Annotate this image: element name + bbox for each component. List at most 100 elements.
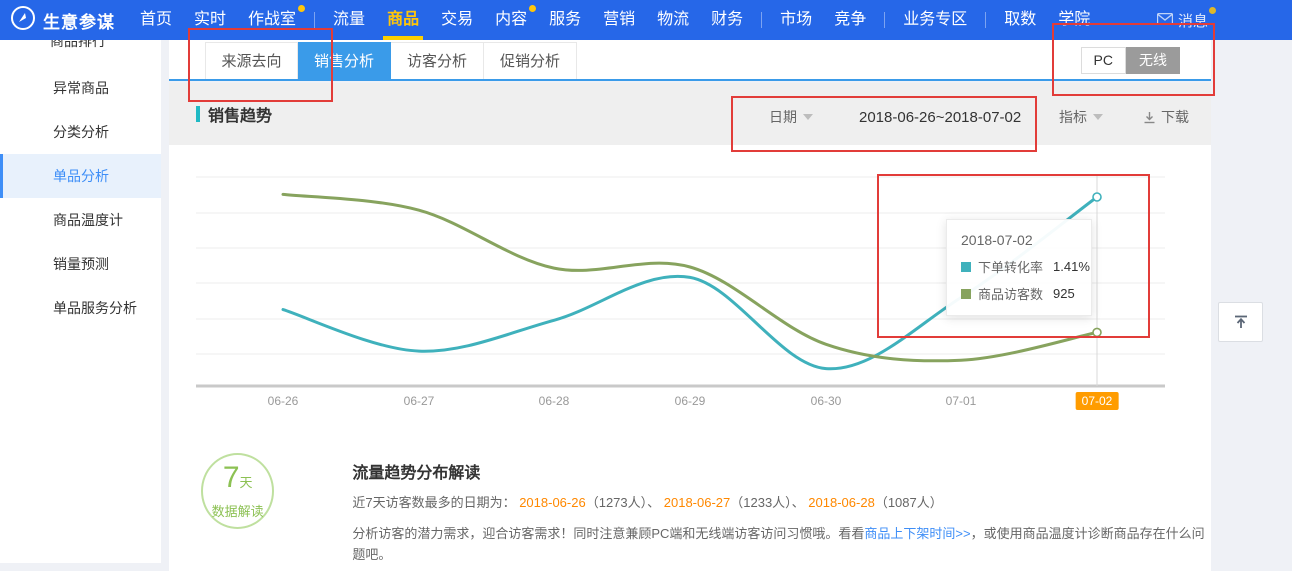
arrow-to-top-icon bbox=[1233, 314, 1249, 330]
back-to-top-button[interactable] bbox=[1218, 302, 1263, 342]
section-title-wrap: 销售趋势 bbox=[196, 102, 272, 126]
nav-divider bbox=[314, 12, 315, 28]
tooltip-rows: 下单转化率1.41% 商品访客数 925 bbox=[961, 257, 1077, 303]
tooltip-series-label: 下单转化率 bbox=[978, 257, 1043, 276]
app-title: 生意参谋 bbox=[43, 8, 115, 33]
line1-prefix: 近7天访客数最多的日期为： bbox=[352, 495, 515, 510]
series-color-swatch bbox=[961, 262, 971, 272]
nav-divider bbox=[985, 12, 986, 28]
nav-item-业务专区[interactable]: 业务专区 bbox=[892, 0, 978, 40]
metric-dropdown[interactable]: 指标 bbox=[1059, 107, 1103, 127]
nav-item-取数[interactable]: 取数 bbox=[993, 0, 1047, 40]
x-axis-label-07-01: 07-01 bbox=[946, 394, 977, 408]
device-toggle: PC无线 bbox=[1081, 47, 1180, 74]
nav-item-流量[interactable]: 流量 bbox=[322, 0, 376, 40]
date-dropdown[interactable]: 日期 bbox=[769, 107, 813, 127]
line2-text: 分析访客的潜力需求，迎合访客需求！同时注意兼顾PC端和无线端访客访问习惯哦。看看 bbox=[352, 526, 864, 541]
interpretation-text: 流量趋势分布解读 近7天访客数最多的日期为： 2018-06-26（1273人）… bbox=[352, 453, 1211, 565]
notification-dot bbox=[529, 5, 536, 12]
nav-item-商品[interactable]: 商品 bbox=[376, 0, 430, 40]
tab-销售分析[interactable]: 销售分析 bbox=[298, 42, 391, 79]
sidebar-item-单品分析[interactable]: 单品分析 bbox=[0, 154, 161, 198]
device-option-无线[interactable]: 无线 bbox=[1126, 47, 1180, 74]
interpretation-line1: 近7天访客数最多的日期为： 2018-06-26（1273人）、 2018-06… bbox=[352, 493, 1211, 514]
date-filter: 日期 2018-06-26~2018-07-02 bbox=[769, 107, 1021, 127]
nav-divider bbox=[884, 12, 885, 28]
envelope-icon bbox=[1157, 12, 1173, 29]
top-day-date: 2018-06-27 bbox=[660, 495, 730, 510]
messages-label: 消息 bbox=[1178, 10, 1208, 31]
app-logo-icon bbox=[10, 5, 36, 36]
chart-tooltip: 2018-07-02 下单转化率1.41%商品访客数925 bbox=[946, 219, 1092, 316]
x-axis-labels: 06-2606-2706-2806-2906-3007-0107-02 bbox=[169, 394, 1211, 416]
screen: 商品排行 异常商品分类分析单品分析商品温度计销量预测单品服务分析 生意参谋 首页… bbox=[0, 0, 1292, 571]
section-title: 销售趋势 bbox=[208, 102, 272, 126]
sidebar-item-销量预测[interactable]: 销量预测 bbox=[0, 242, 161, 286]
interpretation-title: 流量趋势分布解读 bbox=[352, 459, 1211, 483]
x-axis-label-06-28: 06-28 bbox=[539, 394, 570, 408]
badge-subtitle: 数据解读 bbox=[212, 501, 264, 520]
sidebar: 商品排行 异常商品分类分析单品分析商品温度计销量预测单品服务分析 bbox=[0, 40, 161, 563]
sidebar-item-商品温度计[interactable]: 商品温度计 bbox=[0, 198, 161, 242]
interpretation-line2: 分析访客的潜力需求，迎合访客需求！同时注意兼顾PC端和无线端访客访问习惯哦。看看… bbox=[352, 524, 1211, 566]
notification-dot bbox=[1209, 7, 1216, 14]
nav-item-财务[interactable]: 财务 bbox=[700, 0, 754, 40]
nav-item-市场[interactable]: 市场 bbox=[769, 0, 823, 40]
chart-panel: 06-2606-2706-2806-2906-3007-0107-02 2018… bbox=[169, 145, 1211, 571]
tabs: 来源去向销售分析访客分析促销分析 bbox=[169, 40, 577, 79]
top-day-count: （1233人）、 bbox=[730, 495, 804, 510]
nav-item-服务[interactable]: 服务 bbox=[538, 0, 592, 40]
top-nav: 生意参谋 首页实时作战室流量商品交易内容服务营销物流财务市场竞争业务专区取数学院… bbox=[0, 0, 1292, 40]
top-day-date: 2018-06-26 bbox=[516, 495, 586, 510]
title-accent-bar bbox=[196, 106, 200, 122]
metric-dropdown-label: 指标 bbox=[1059, 107, 1087, 127]
messages-button[interactable]: 消息 bbox=[1157, 10, 1208, 31]
top-day-count: （1273人）、 bbox=[586, 495, 660, 510]
x-axis-label-06-30: 06-30 bbox=[811, 394, 842, 408]
x-axis-label-06-26: 06-26 bbox=[268, 394, 299, 408]
tab-访客分析[interactable]: 访客分析 bbox=[391, 42, 484, 79]
nav-item-营销[interactable]: 营销 bbox=[592, 0, 646, 40]
seven-day-badge: 7天 数据解读 bbox=[201, 453, 274, 529]
nav-item-作战室[interactable]: 作战室 bbox=[237, 0, 307, 40]
onsale-time-link[interactable]: 商品上下架时间>> bbox=[864, 526, 970, 541]
sidebar-item-单品服务分析[interactable]: 单品服务分析 bbox=[0, 286, 161, 330]
x-axis-label-06-29: 06-29 bbox=[675, 394, 706, 408]
tab-bar: 来源去向销售分析访客分析促销分析 PC无线 bbox=[169, 40, 1211, 81]
notification-dot bbox=[298, 5, 305, 12]
date-range-value[interactable]: 2018-06-26~2018-07-02 bbox=[859, 109, 1021, 126]
tooltip-row: 商品访客数 925 bbox=[961, 284, 1077, 303]
download-button[interactable]: 下载 bbox=[1143, 107, 1189, 127]
top-day-count: （1087人） bbox=[875, 495, 943, 510]
nav-menu: 首页实时作战室流量商品交易内容服务营销物流财务市场竞争业务专区取数学院 bbox=[129, 0, 1101, 40]
nav-item-内容[interactable]: 内容 bbox=[484, 0, 538, 40]
series-color-swatch bbox=[961, 289, 971, 299]
tab-促销分析[interactable]: 促销分析 bbox=[484, 42, 577, 79]
tooltip-date: 2018-07-02 bbox=[961, 232, 1077, 248]
device-option-PC[interactable]: PC bbox=[1081, 47, 1126, 74]
sidebar-menu: 异常商品分类分析单品分析商品温度计销量预测单品服务分析 bbox=[0, 66, 161, 330]
tooltip-row: 下单转化率1.41% bbox=[961, 257, 1077, 276]
tooltip-series-label: 商品访客数 bbox=[978, 284, 1043, 303]
chart-actions: 指标 下载 bbox=[1059, 107, 1189, 127]
nav-item-竞争[interactable]: 竞争 bbox=[823, 0, 877, 40]
badge-days: 7天 bbox=[223, 463, 253, 498]
top-day-date: 2018-06-28 bbox=[805, 495, 875, 510]
sidebar-item-异常商品[interactable]: 异常商品 bbox=[0, 66, 161, 110]
nav-item-物流[interactable]: 物流 bbox=[646, 0, 700, 40]
x-axis-label-06-27: 06-27 bbox=[404, 394, 435, 408]
app-logo[interactable]: 生意参谋 bbox=[10, 5, 115, 36]
chevron-down-icon bbox=[1093, 114, 1103, 120]
tab-来源去向[interactable]: 来源去向 bbox=[205, 42, 298, 79]
nav-item-学院[interactable]: 学院 bbox=[1047, 0, 1101, 40]
nav-item-交易[interactable]: 交易 bbox=[430, 0, 484, 40]
nav-item-实时[interactable]: 实时 bbox=[183, 0, 237, 40]
download-icon bbox=[1143, 111, 1156, 124]
tooltip-series-value: 925 bbox=[1053, 286, 1075, 301]
nav-item-首页[interactable]: 首页 bbox=[129, 0, 183, 40]
nav-divider bbox=[761, 12, 762, 28]
sidebar-item-分类分析[interactable]: 分类分析 bbox=[0, 110, 161, 154]
date-dropdown-label: 日期 bbox=[769, 107, 797, 127]
tooltip-series-value: 1.41% bbox=[1053, 259, 1090, 274]
download-label: 下载 bbox=[1161, 107, 1189, 127]
